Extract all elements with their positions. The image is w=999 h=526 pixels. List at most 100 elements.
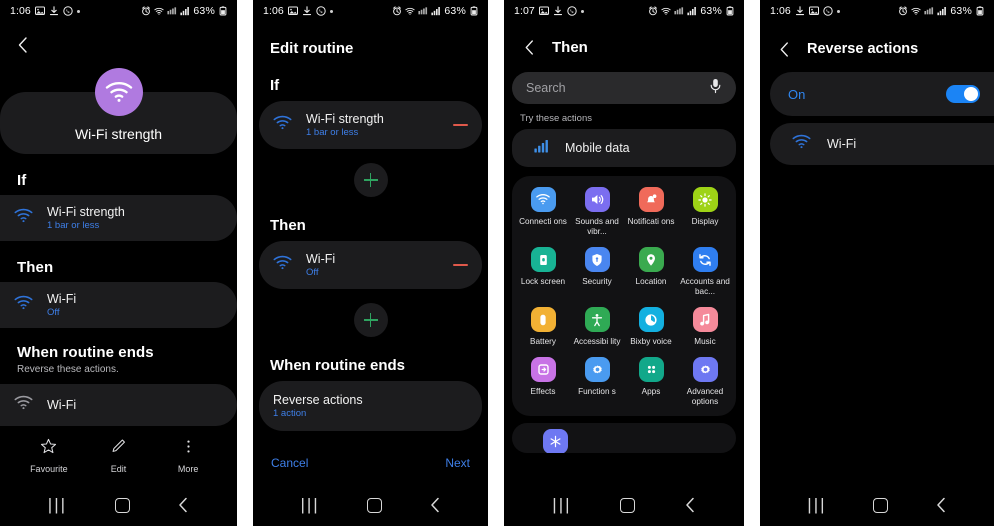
grid-item-notifications[interactable]: Notificati ons bbox=[624, 187, 678, 237]
page-title: Reverse actions bbox=[807, 41, 919, 57]
wifi-status-icon bbox=[911, 7, 921, 15]
signal-sim-icon bbox=[674, 7, 684, 15]
lock-icon bbox=[530, 247, 556, 272]
grid-item-label: Apps bbox=[641, 387, 661, 396]
grid-item-accessibility[interactable]: Accessibi lity bbox=[570, 307, 624, 347]
back-chevron-icon[interactable] bbox=[518, 36, 540, 58]
recents-button[interactable]: ||| bbox=[552, 495, 571, 515]
recents-button[interactable]: ||| bbox=[807, 495, 826, 515]
search-input[interactable]: Search bbox=[512, 72, 736, 104]
routine-action-bar: Favourite Edit More bbox=[0, 438, 237, 474]
grid-item-lock-screen[interactable]: Lock screen bbox=[516, 247, 570, 297]
status-bar: 1:07 63% bbox=[504, 0, 744, 22]
back-chevron-icon[interactable] bbox=[429, 497, 441, 513]
status-time: 1:06 bbox=[263, 5, 284, 17]
if-heading: If bbox=[17, 172, 27, 189]
recents-button[interactable]: ||| bbox=[48, 495, 67, 515]
grid-item-label: Connecti ons bbox=[519, 217, 567, 226]
when-routine-ends-heading: When routine ends bbox=[17, 344, 154, 361]
back-chevron-icon[interactable] bbox=[684, 497, 696, 513]
back-chevron-icon[interactable] bbox=[177, 497, 189, 513]
gear-icon bbox=[584, 357, 610, 382]
status-battery-text: 63% bbox=[444, 5, 466, 17]
if-condition-item[interactable]: Wi-Fi strength 1 bar or less bbox=[259, 101, 482, 149]
toggle-state-label: On bbox=[788, 86, 806, 102]
system-nav-bar: ||| bbox=[504, 484, 744, 526]
sync-icon bbox=[692, 247, 718, 272]
add-condition-button[interactable] bbox=[353, 163, 388, 197]
wifi-icon bbox=[273, 255, 292, 275]
then-action-item[interactable]: Wi-Fi Off bbox=[0, 282, 237, 328]
reverse-action-item-wifi[interactable]: Wi-Fi bbox=[770, 123, 994, 165]
edit-label: Edit bbox=[110, 464, 127, 474]
grid-item-apps[interactable]: Apps bbox=[624, 357, 678, 407]
more-button[interactable]: More bbox=[160, 438, 216, 474]
then-heading: Then bbox=[270, 217, 306, 234]
favourite-button[interactable]: Favourite bbox=[21, 438, 77, 474]
signal-bars-icon bbox=[687, 7, 697, 16]
grid-item-battery[interactable]: Battery bbox=[516, 307, 570, 347]
if-condition-subtitle: 1 bar or less bbox=[306, 127, 359, 138]
back-button[interactable] bbox=[0, 22, 237, 56]
grid-item-sounds-and-vibration[interactable]: Sounds and vibr... bbox=[570, 187, 624, 237]
status-left: 1:06 bbox=[10, 5, 80, 17]
grid-item-label: Music bbox=[694, 337, 716, 346]
add-action-button[interactable] bbox=[353, 303, 388, 337]
if-heading: If bbox=[270, 77, 280, 94]
suggestion-mobile-data[interactable]: Mobile data bbox=[512, 129, 736, 167]
panel-edit-routine: 1:06 63% Edit routine If Wi-Fi strength … bbox=[253, 0, 488, 526]
grid-item-advanced-options[interactable]: Advanced options bbox=[678, 357, 732, 407]
grid-item-label: Display bbox=[691, 217, 719, 226]
grid-item-functions[interactable]: Function s bbox=[570, 357, 624, 407]
then-action-item[interactable]: Wi-Fi Off bbox=[259, 241, 482, 289]
recents-button[interactable]: ||| bbox=[300, 495, 319, 515]
image-icon bbox=[287, 6, 298, 15]
reverse-actions-item[interactable]: Reverse actions 1 action bbox=[259, 381, 482, 431]
microphone-icon[interactable] bbox=[709, 78, 722, 99]
status-bar: 1:06 63% bbox=[760, 0, 994, 22]
screenshot-strip: 1:06 63% Wi-Fi strength If Wi-Fi strengt… bbox=[0, 0, 999, 526]
status-bar: 1:06 63% bbox=[253, 0, 488, 22]
back-chevron-icon[interactable] bbox=[935, 497, 947, 513]
grid-item-accounts-and-backup[interactable]: Accounts and bac... bbox=[678, 247, 732, 297]
grid-item-security[interactable]: Security bbox=[570, 247, 624, 297]
reverse-actions-switch[interactable] bbox=[946, 85, 980, 103]
battery-icon bbox=[726, 6, 734, 16]
then-heading: Then bbox=[17, 259, 54, 276]
home-square-icon[interactable] bbox=[366, 497, 382, 513]
next-category-card-partial[interactable] bbox=[512, 423, 736, 453]
if-condition-item[interactable]: Wi-Fi strength 1 bar or less bbox=[0, 195, 237, 241]
home-square-icon[interactable] bbox=[114, 497, 130, 513]
home-square-icon[interactable] bbox=[873, 497, 889, 513]
grid-item-connections[interactable]: Connecti ons bbox=[516, 187, 570, 237]
back-chevron-icon[interactable] bbox=[773, 38, 795, 60]
home-square-icon[interactable] bbox=[620, 497, 636, 513]
if-condition-content: Wi-Fi strength 1 bar or less bbox=[273, 112, 384, 138]
grid-item-music[interactable]: Music bbox=[678, 307, 732, 347]
reverse-actions-title: Reverse actions bbox=[273, 393, 363, 407]
grid-item-label: Advanced options bbox=[686, 387, 724, 406]
status-battery-text: 63% bbox=[700, 5, 722, 17]
try-these-actions-label: Try these actions bbox=[520, 113, 592, 124]
download-icon bbox=[795, 6, 804, 16]
grid-item-location[interactable]: Location bbox=[624, 247, 678, 297]
cancel-button[interactable]: Cancel bbox=[271, 456, 308, 470]
status-right: 63% bbox=[648, 5, 735, 17]
speaker-icon bbox=[584, 187, 610, 212]
grid-item-display[interactable]: Display bbox=[678, 187, 732, 237]
grid-item-label: Accessibi lity bbox=[573, 337, 621, 346]
remove-condition-icon[interactable] bbox=[453, 124, 468, 126]
grid-item-effects[interactable]: Effects bbox=[516, 357, 570, 407]
grid-apps-icon bbox=[638, 357, 664, 382]
next-button[interactable]: Next bbox=[445, 456, 470, 470]
reverse-action-item[interactable]: Wi-Fi bbox=[0, 384, 237, 426]
grid-item-bixby-voice[interactable]: Bixby voice bbox=[624, 307, 678, 347]
panel-gap bbox=[488, 0, 504, 526]
reverse-actions-toggle-row[interactable]: On bbox=[770, 72, 994, 116]
remove-action-icon[interactable] bbox=[453, 264, 468, 266]
system-nav-bar: ||| bbox=[253, 484, 488, 526]
when-routine-ends-heading: When routine ends bbox=[270, 357, 405, 374]
signal-bars-icon bbox=[180, 7, 190, 16]
star-icon bbox=[40, 438, 57, 460]
edit-button[interactable]: Edit bbox=[90, 438, 146, 474]
